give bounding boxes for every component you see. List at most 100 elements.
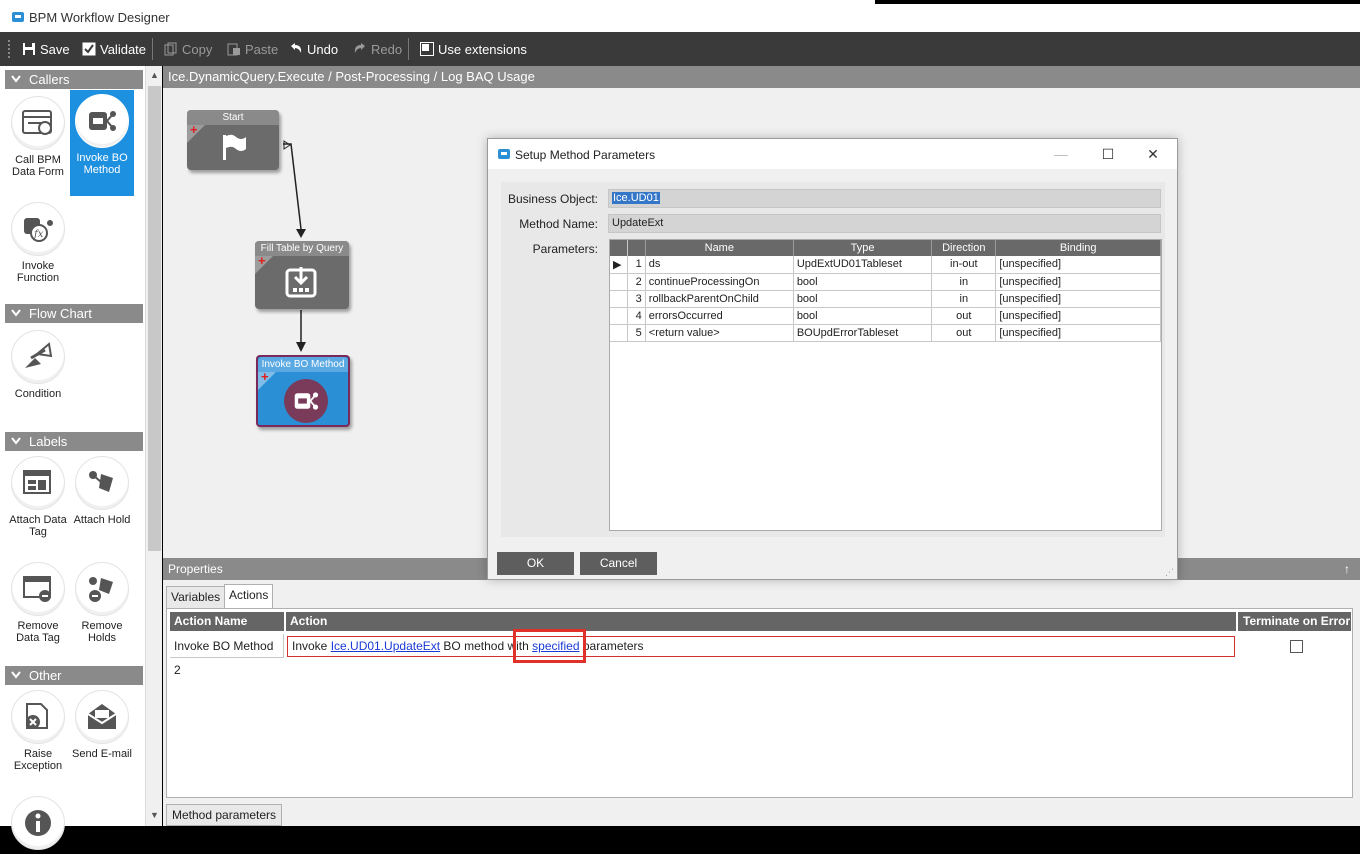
- plus-icon[interactable]: +: [261, 370, 269, 383]
- column-action-name[interactable]: Action Name: [170, 612, 284, 631]
- param-direction[interactable]: in: [931, 273, 997, 291]
- table-row[interactable]: 2 continueProcessingOn bool in [unspecif…: [610, 273, 1161, 291]
- row-indicator: [610, 290, 629, 308]
- tool-call-bpm-data-form[interactable]: Call BPM Data Form: [6, 96, 70, 178]
- param-type[interactable]: UpdExtUD01Tableset: [793, 256, 933, 274]
- tool-condition[interactable]: Condition: [6, 330, 70, 400]
- param-binding[interactable]: [unspecified]: [995, 290, 1161, 308]
- tool-label: Attach Hold: [73, 514, 131, 526]
- table-row[interactable]: ▶ 1 ds UpdExtUD01Tableset in-out [unspec…: [610, 256, 1161, 274]
- node-start[interactable]: Start +: [187, 110, 279, 170]
- param-name[interactable]: continueProcessingOn: [645, 273, 794, 291]
- cancel-button[interactable]: Cancel: [580, 552, 657, 575]
- param-name[interactable]: errorsOccurred: [645, 307, 794, 325]
- copy-button[interactable]: Copy: [164, 40, 212, 58]
- minimize-icon[interactable]: —: [1046, 144, 1076, 164]
- business-object-field[interactable]: Ice.UD01: [608, 189, 1161, 208]
- save-button[interactable]: Save: [22, 40, 70, 58]
- method-link[interactable]: Ice.UD01.UpdateExt: [331, 639, 440, 653]
- param-direction[interactable]: out: [931, 307, 997, 325]
- table-row[interactable]: 5 <return value> BOUpdErrorTableset out …: [610, 324, 1161, 342]
- node-fill-table[interactable]: Fill Table by Query +: [255, 241, 349, 309]
- column-direction[interactable]: Direction: [931, 240, 997, 256]
- pin-icon[interactable]: ↑: [1344, 558, 1350, 580]
- tab-method-parameters[interactable]: Method parameters: [166, 804, 283, 826]
- table-row[interactable]: 3 rollbackParentOnChild bool in [unspeci…: [610, 290, 1161, 308]
- fill-table-icon: [283, 265, 319, 299]
- tool-send-email[interactable]: Send E-mail: [70, 690, 134, 760]
- param-direction[interactable]: in-out: [931, 256, 997, 274]
- tool-invoke-function[interactable]: fx Invoke Function: [6, 202, 70, 284]
- toolbar-grip[interactable]: [8, 40, 11, 58]
- business-object-value: Ice.UD01: [612, 192, 660, 204]
- param-type[interactable]: BOUpdErrorTableset: [793, 324, 933, 342]
- column-type[interactable]: Type: [793, 240, 933, 256]
- tool-remove-holds[interactable]: Remove Holds: [70, 562, 134, 644]
- scroll-up-icon[interactable]: ▲: [150, 70, 159, 80]
- tab-variables[interactable]: Variables: [166, 586, 226, 608]
- param-type[interactable]: bool: [793, 307, 933, 325]
- table-row[interactable]: 4 errorsOccurred bool out [unspecified]: [610, 307, 1161, 325]
- param-name[interactable]: rollbackParentOnChild: [645, 290, 794, 308]
- cell-action[interactable]: Invoke Ice.UD01.UpdateExt BO method with…: [287, 636, 1235, 657]
- validate-button[interactable]: Validate: [82, 40, 146, 58]
- node-fill-table-title: Fill Table by Query: [255, 241, 349, 256]
- scroll-down-icon[interactable]: ▼: [150, 810, 159, 820]
- tool-label: Condition: [14, 388, 62, 400]
- exception-icon: [11, 690, 65, 744]
- tool-attach-data-tag[interactable]: Attach Data Tag: [6, 456, 70, 538]
- chevron-down-icon: [11, 309, 21, 317]
- param-direction[interactable]: out: [931, 324, 997, 342]
- param-direction[interactable]: in: [931, 290, 997, 308]
- actions-grid: Action Name Action Terminate on Error In…: [166, 608, 1353, 798]
- tool-invoke-bo-method[interactable]: Invoke BO Method: [70, 90, 134, 196]
- toolbox-scrollbar[interactable]: ▲ ▼: [145, 66, 162, 826]
- validate-label: Validate: [100, 41, 147, 57]
- breadcrumb: Ice.DynamicQuery.Execute / Post-Processi…: [163, 66, 1360, 88]
- tool-remove-data-tag[interactable]: Remove Data Tag: [6, 562, 70, 644]
- tool-label: Remove Data Tag: [16, 620, 60, 644]
- tool-attach-hold[interactable]: Attach Hold: [70, 456, 134, 526]
- param-name[interactable]: <return value>: [645, 324, 794, 342]
- redo-button[interactable]: Redo: [353, 40, 402, 58]
- node-invoke-bo-method[interactable]: Invoke BO Method +: [256, 355, 350, 427]
- paste-button[interactable]: Paste: [227, 40, 278, 58]
- section-labels-label: Labels: [29, 434, 68, 449]
- param-binding[interactable]: [unspecified]: [995, 273, 1161, 291]
- function-icon: fx: [11, 202, 65, 256]
- close-icon[interactable]: ✕: [1138, 144, 1168, 164]
- section-callers[interactable]: Callers: [5, 70, 143, 89]
- plus-icon[interactable]: +: [258, 254, 266, 267]
- use-extensions-button[interactable]: Use extensions: [420, 40, 527, 58]
- column-terminate-on-error[interactable]: Terminate on Error: [1238, 612, 1351, 631]
- maximize-icon[interactable]: ☐: [1093, 144, 1123, 164]
- section-flow-chart[interactable]: Flow Chart: [5, 304, 143, 323]
- ok-button[interactable]: OK: [497, 552, 574, 575]
- tool-raise-exception[interactable]: Raise Exception: [6, 690, 70, 772]
- param-binding[interactable]: [unspecified]: [995, 256, 1161, 274]
- param-type[interactable]: bool: [793, 273, 933, 291]
- header-indicator: [610, 240, 629, 256]
- method-name-field[interactable]: UpdateExt: [608, 214, 1161, 233]
- plus-icon[interactable]: +: [190, 123, 198, 136]
- param-binding[interactable]: [unspecified]: [995, 307, 1161, 325]
- param-type[interactable]: bool: [793, 290, 933, 308]
- properties-title: Properties: [168, 562, 223, 576]
- section-other[interactable]: Other: [5, 666, 143, 685]
- cell-action-name[interactable]: Invoke BO Method 2: [170, 634, 284, 677]
- column-binding[interactable]: Binding: [995, 240, 1161, 256]
- tool-info[interactable]: [6, 796, 70, 854]
- terminate-on-error-checkbox[interactable]: [1290, 640, 1303, 653]
- param-binding[interactable]: [unspecified]: [995, 324, 1161, 342]
- tab-actions[interactable]: Actions: [224, 584, 274, 609]
- dialog-title-bar[interactable]: Setup Method Parameters — ☐ ✕: [488, 139, 1177, 169]
- scroll-thumb[interactable]: [148, 86, 161, 551]
- column-name[interactable]: Name: [645, 240, 794, 256]
- param-name[interactable]: ds: [645, 256, 794, 274]
- hold-icon: [75, 456, 129, 510]
- app-icon: [498, 149, 510, 159]
- section-labels[interactable]: Labels: [5, 432, 143, 451]
- column-action[interactable]: Action: [286, 612, 1236, 631]
- undo-button[interactable]: Undo: [289, 40, 338, 58]
- resize-grip-icon[interactable]: ⋰: [1165, 567, 1174, 578]
